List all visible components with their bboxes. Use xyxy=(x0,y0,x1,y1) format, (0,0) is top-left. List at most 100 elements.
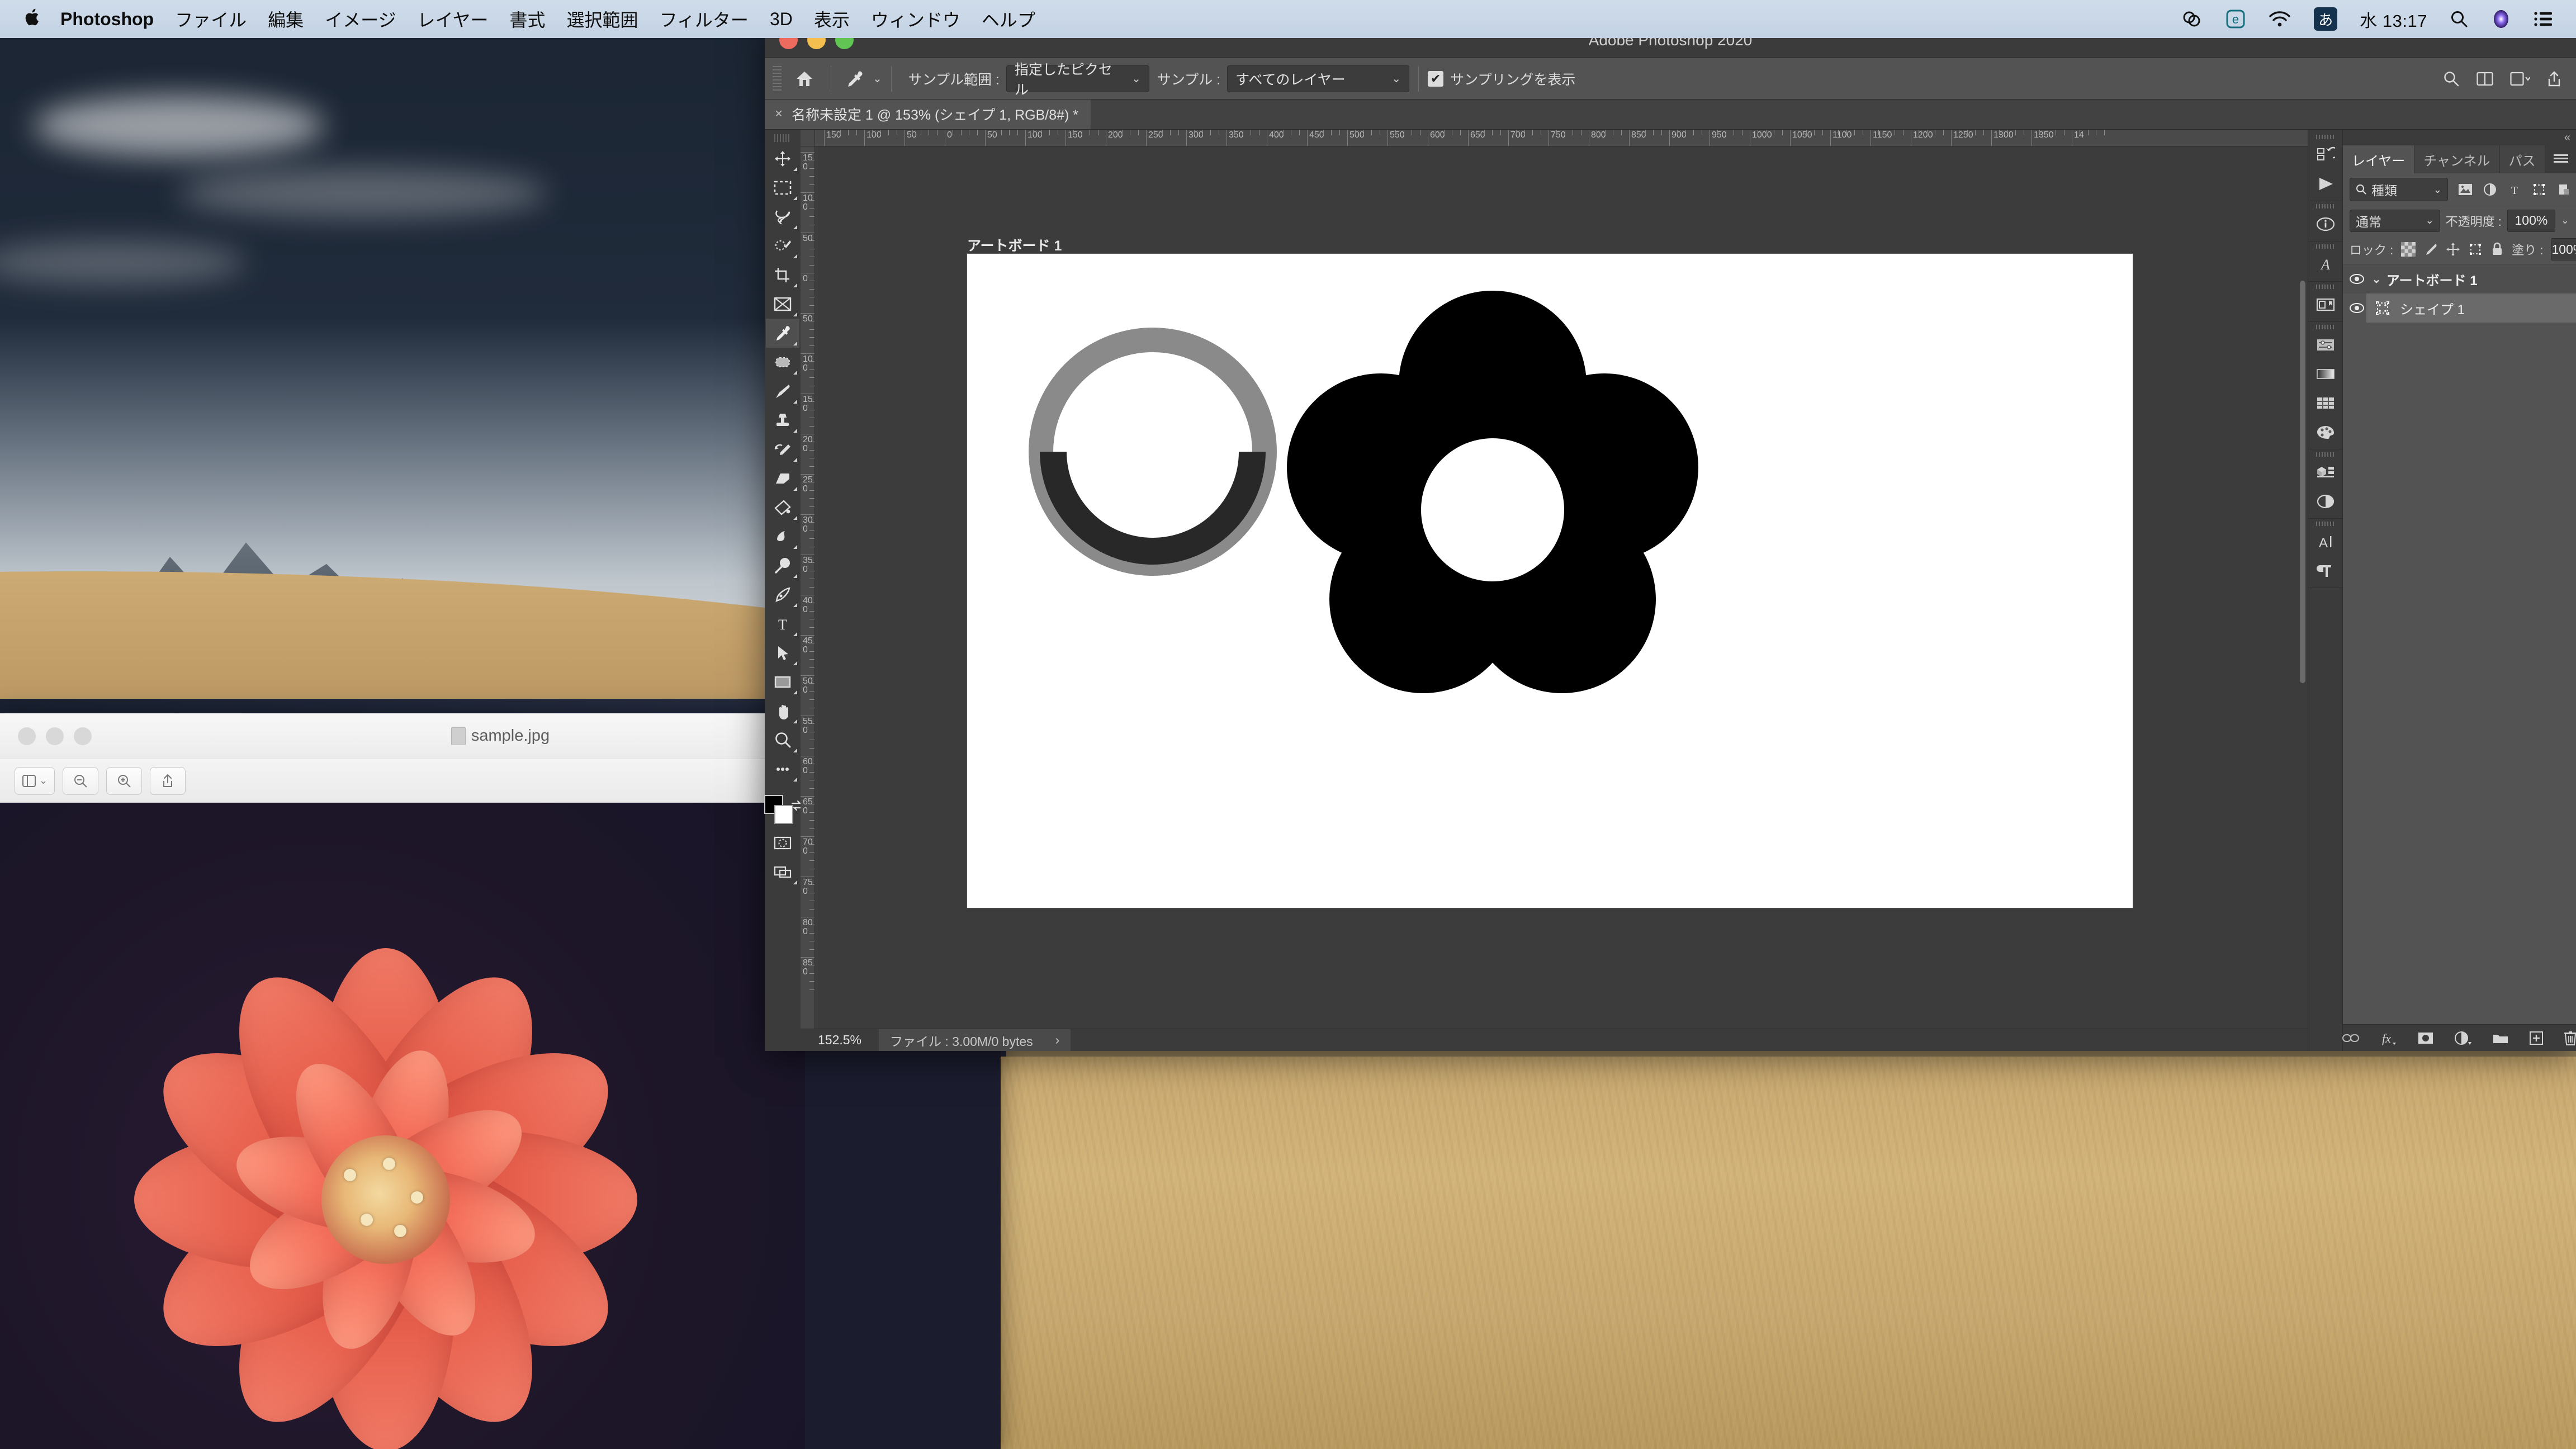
menu-view[interactable]: 表示 xyxy=(814,6,850,32)
canvas[interactable]: アートボード 1 xyxy=(815,146,2308,1051)
tab-paths[interactable]: パス xyxy=(2499,145,2545,173)
smart-object-filter-icon[interactable] xyxy=(2555,181,2572,198)
ruler-corner[interactable] xyxy=(801,130,815,146)
wifi-icon[interactable] xyxy=(2268,10,2291,28)
ring-shape[interactable] xyxy=(1019,323,1287,580)
menu-app-name[interactable]: Photoshop xyxy=(60,9,154,30)
menu-type[interactable]: 書式 xyxy=(510,6,546,32)
blur-tool[interactable] xyxy=(766,522,799,551)
eyedropper-icon[interactable] xyxy=(840,64,869,93)
history-icon[interactable] xyxy=(2310,140,2341,169)
eyedropper-tool[interactable] xyxy=(766,319,799,348)
tools-panel-grip[interactable] xyxy=(774,134,791,142)
artboard-label[interactable]: アートボード 1 xyxy=(967,235,1062,255)
brush-tool[interactable] xyxy=(766,377,799,406)
file-info[interactable]: ファイル : 3.00M/0 bytes › xyxy=(879,1029,1071,1051)
document-tab[interactable]: × 名称未設定 1 @ 153% (シェイプ 1, RGB/8#) * xyxy=(765,99,1092,129)
layer-filter-kind-select[interactable]: 種類 ⌄ xyxy=(2350,178,2448,201)
spot-healing-brush-tool[interactable] xyxy=(766,348,799,377)
share-icon[interactable] xyxy=(150,766,186,795)
info-icon[interactable] xyxy=(2310,210,2341,239)
sample-layers-select[interactable]: すべてのレイヤー ⌄ xyxy=(1227,65,1410,92)
photoshop-window[interactable]: Adobe Photoshop 2020 ⌄ サンプル範囲 : 指定したピクセル… xyxy=(764,22,2576,1051)
delete-layer-icon[interactable] xyxy=(2564,1029,2576,1047)
status-expand-icon[interactable]: › xyxy=(1055,1033,1060,1048)
lock-image-pixels-icon[interactable] xyxy=(2423,242,2438,257)
eraser-tool[interactable] xyxy=(766,464,799,493)
siri-icon[interactable] xyxy=(2491,9,2511,29)
pen-tool[interactable] xyxy=(766,580,799,609)
lasso-tool[interactable] xyxy=(766,202,799,231)
crop-tool[interactable] xyxy=(766,261,799,290)
search-icon[interactable] xyxy=(2443,70,2460,87)
fill-value[interactable]: 100% xyxy=(2551,238,2576,261)
pixel-layer-filter-icon[interactable] xyxy=(2457,181,2474,198)
spotlight-search-icon[interactable] xyxy=(2450,10,2469,29)
options-bar-grip[interactable] xyxy=(773,65,782,92)
layer-style-fx-icon[interactable]: fx xyxy=(2379,1029,2397,1047)
new-adjustment-layer-icon[interactable] xyxy=(2454,1029,2472,1047)
menu-layer[interactable]: レイヤー xyxy=(417,6,488,32)
edit-toolbar-tool[interactable] xyxy=(766,755,799,784)
foreground-background-color[interactable] xyxy=(761,793,793,824)
artboard[interactable] xyxy=(967,254,2133,908)
hand-tool[interactable] xyxy=(766,697,799,726)
panel-menu-icon[interactable] xyxy=(2546,145,2576,173)
menu-bar-clock[interactable]: 水 13:17 xyxy=(2360,7,2427,32)
lock-all-icon[interactable] xyxy=(2490,242,2504,257)
type-tool[interactable]: T xyxy=(766,609,799,638)
paragraph-icon[interactable] xyxy=(2310,556,2341,585)
home-icon[interactable] xyxy=(787,61,822,96)
visibility-eye-icon[interactable] xyxy=(2347,269,2366,288)
frame-tool[interactable] xyxy=(766,290,799,319)
input-source-icon[interactable]: あ xyxy=(2314,7,2338,31)
adjustments-icon[interactable] xyxy=(2310,487,2341,516)
opacity-value[interactable]: 100% xyxy=(2507,209,2555,232)
menu-edit[interactable]: 編集 xyxy=(268,6,304,32)
share-icon[interactable] xyxy=(2547,70,2561,87)
screen-mode-icon[interactable] xyxy=(766,858,799,887)
actions-play-icon[interactable] xyxy=(2310,169,2341,198)
menu-filter[interactable]: フィルター xyxy=(660,6,749,32)
sidebar-icon[interactable]: ⌄ xyxy=(15,766,55,795)
canvas-vertical-scrollbar[interactable] xyxy=(2300,281,2305,683)
patterns-icon[interactable] xyxy=(2310,389,2341,418)
path-selection-tool[interactable] xyxy=(766,638,799,667)
add-layer-mask-icon[interactable] xyxy=(2417,1029,2434,1047)
glyphs-icon[interactable]: A xyxy=(2310,250,2341,279)
control-center-icon[interactable] xyxy=(2534,11,2554,27)
new-group-icon[interactable] xyxy=(2492,1029,2509,1047)
rail-grip[interactable] xyxy=(2315,244,2335,249)
rail-grip[interactable] xyxy=(2315,325,2335,329)
clone-stamp-tool[interactable] xyxy=(766,406,799,435)
rail-grip[interactable] xyxy=(2315,204,2335,209)
zoom-in-icon[interactable] xyxy=(106,766,143,795)
apple-icon[interactable] xyxy=(25,7,41,27)
chevron-down-icon[interactable]: ⌄ xyxy=(2366,272,2386,286)
quick-mask-mode-icon[interactable] xyxy=(766,828,799,858)
rectangle-tool[interactable] xyxy=(766,667,799,697)
menu-help[interactable]: ヘルプ xyxy=(982,6,1035,32)
dodge-tool[interactable] xyxy=(766,551,799,580)
workspace-switcher-icon[interactable] xyxy=(2510,72,2530,86)
flower-shape[interactable] xyxy=(1269,277,1716,724)
zoom-level[interactable]: 152.5% xyxy=(801,1033,879,1048)
menu-file[interactable]: ファイル xyxy=(175,6,247,32)
gradient-tool[interactable] xyxy=(766,493,799,522)
layer-row-artboard[interactable]: ⌄ アートボード 1 xyxy=(2343,264,2576,293)
menu-image[interactable]: イメージ xyxy=(325,6,396,32)
rail-grip[interactable] xyxy=(2315,285,2335,289)
link-layers-icon[interactable] xyxy=(2342,1029,2359,1047)
opacity-chevron-icon[interactable]: ⌄ xyxy=(2561,215,2569,226)
visibility-eye-icon[interactable] xyxy=(2347,299,2366,318)
blend-mode-select[interactable]: 通常 ⌄ xyxy=(2350,209,2440,232)
rail-grip[interactable] xyxy=(2315,522,2335,526)
new-layer-icon[interactable] xyxy=(2529,1029,2544,1047)
shape-layer-filter-icon[interactable] xyxy=(2531,181,2547,198)
adjustment-layer-filter-icon[interactable] xyxy=(2482,181,2498,198)
creative-cloud-icon[interactable] xyxy=(2181,9,2203,29)
menu-select[interactable]: 選択範囲 xyxy=(567,6,638,32)
zoom-out-icon[interactable] xyxy=(63,766,99,795)
vertical-ruler[interactable]: 150 100 50 0 50 100 150 200 250 300 350 400 450 500 55… xyxy=(801,146,815,1051)
arrange-documents-icon[interactable] xyxy=(2476,72,2493,86)
